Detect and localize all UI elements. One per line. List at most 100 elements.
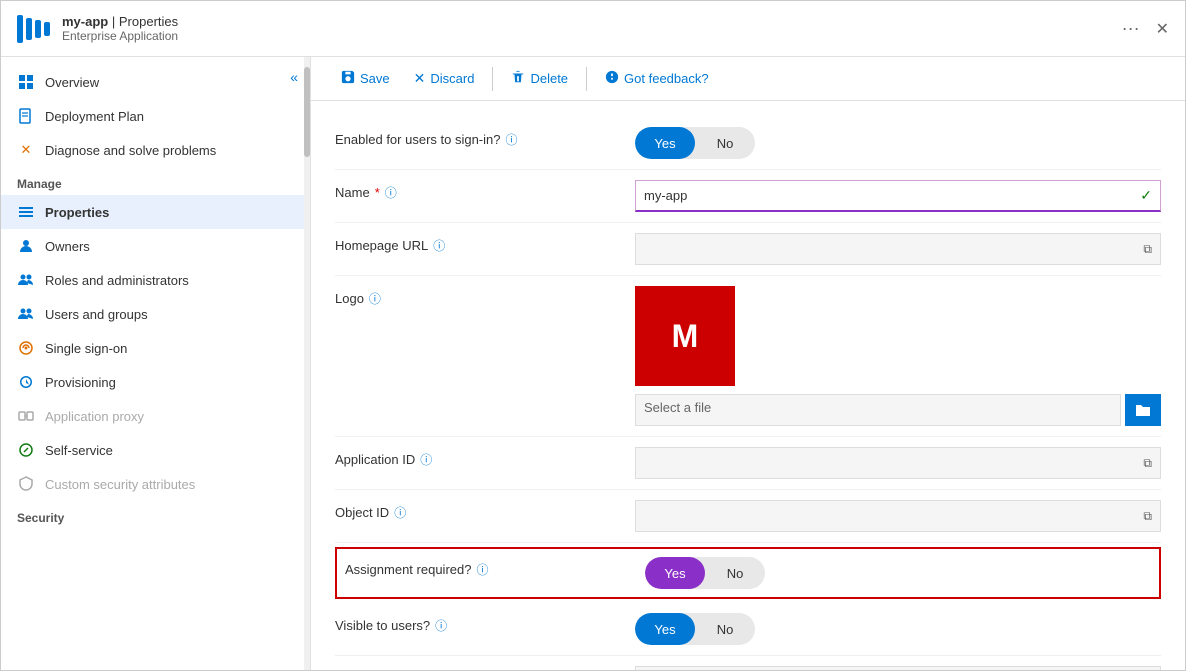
save-label: Save — [360, 71, 390, 86]
assignment-info-icon[interactable]: ⓘ — [476, 561, 488, 578]
homepage-copy-icon[interactable]: ⧉ — [1143, 242, 1152, 257]
form-row-logo: Logo ⓘ M Select a file — [335, 276, 1161, 437]
toolbar: Save ✕ Discard Delete — [311, 57, 1185, 101]
manage-section-label: Manage — [1, 167, 310, 195]
proxy-icon — [17, 407, 35, 425]
form-row-name: Name * ⓘ my-app ✓ — [335, 170, 1161, 223]
security-section-label: Security — [1, 501, 310, 529]
object-id-copy-icon[interactable]: ⧉ — [1143, 509, 1152, 524]
feedback-label: Got feedback? — [624, 71, 709, 86]
nav-item-owners[interactable]: Owners — [1, 229, 310, 263]
save-icon — [341, 70, 355, 87]
grid-icon — [17, 73, 35, 91]
name-input[interactable]: my-app ✓ — [635, 180, 1161, 212]
nav-item-custom-security: Custom security attributes — [1, 467, 310, 501]
title-bar-title: my-app | Properties — [62, 14, 1122, 29]
app-logo — [17, 15, 50, 43]
logo-preview: M — [635, 286, 735, 386]
discard-label: Discard — [430, 71, 474, 86]
overview-label: Overview — [45, 75, 99, 90]
book-icon — [17, 107, 35, 125]
assignment-required-toggle[interactable]: Yes No — [645, 557, 765, 589]
diagnose-label: Diagnose and solve problems — [45, 143, 216, 158]
delete-button[interactable]: Delete — [501, 65, 578, 92]
form-content: Enabled for users to sign-in? ⓘ Yes No N… — [311, 101, 1185, 670]
visible-yes-btn[interactable]: Yes — [635, 613, 695, 645]
nav-item-sso[interactable]: Single sign-on — [1, 331, 310, 365]
enabled-signin-control: Yes No — [635, 127, 1161, 159]
close-button[interactable]: ✕ — [1156, 19, 1169, 39]
homepage-info-icon[interactable]: ⓘ — [433, 237, 445, 254]
assignment-yes-btn[interactable]: Yes — [645, 557, 705, 589]
app-id-info-icon[interactable]: ⓘ — [420, 451, 432, 468]
homepage-label: Homepage URL ⓘ — [335, 233, 635, 254]
file-browse-button[interactable] — [1125, 394, 1161, 426]
visible-label: Visible to users? ⓘ — [335, 613, 635, 634]
properties-label: Properties — [45, 205, 109, 220]
file-select-row: Select a file — [635, 394, 1161, 426]
assignment-required-control: Yes No — [645, 557, 1151, 589]
nav-item-overview[interactable]: Overview — [1, 65, 310, 99]
page-name: Properties — [119, 14, 178, 29]
content-area: Save ✕ Discard Delete — [311, 57, 1185, 670]
enabled-signin-yes-btn[interactable]: Yes — [635, 127, 695, 159]
visible-toggle[interactable]: Yes No — [635, 613, 755, 645]
nav-item-self-service[interactable]: Self-service — [1, 433, 310, 467]
custom-security-label: Custom security attributes — [45, 477, 195, 492]
visible-info-icon[interactable]: ⓘ — [435, 617, 447, 634]
enabled-signin-info-icon[interactable]: ⓘ — [505, 131, 517, 148]
notes-label: Notes ⓘ — [335, 666, 635, 670]
name-required-indicator: * — [375, 185, 380, 200]
save-button[interactable]: Save — [331, 65, 400, 92]
feedback-button[interactable]: Got feedback? — [595, 65, 719, 92]
homepage-control: ⧉ — [635, 233, 1161, 265]
owners-icon — [17, 237, 35, 255]
sidebar-collapse-button[interactable]: « — [290, 69, 298, 85]
app-id-control: ⧉ — [635, 447, 1161, 479]
visible-no-btn[interactable]: No — [695, 613, 755, 645]
object-id-info-icon[interactable]: ⓘ — [394, 504, 406, 521]
nav-item-provisioning[interactable]: Provisioning — [1, 365, 310, 399]
deployment-label: Deployment Plan — [45, 109, 144, 124]
proxy-label: Application proxy — [45, 409, 144, 424]
app-id-label: Application ID ⓘ — [335, 447, 635, 468]
form-row-object-id: Object ID ⓘ ⧉ — [335, 490, 1161, 543]
main-layout: « Overview — [1, 57, 1185, 670]
nav-item-roles[interactable]: Roles and administrators — [1, 263, 310, 297]
notes-input[interactable] — [635, 666, 1161, 670]
app-id-copy-icon[interactable]: ⧉ — [1143, 456, 1152, 471]
object-id-input[interactable]: ⧉ — [635, 500, 1161, 532]
name-value: my-app — [644, 188, 687, 203]
custom-security-icon — [17, 475, 35, 493]
nav-item-deployment[interactable]: Deployment Plan — [1, 99, 310, 133]
title-text: my-app | Properties Enterprise Applicati… — [62, 14, 1122, 43]
cross-icon: ✕ — [17, 141, 35, 159]
homepage-input[interactable]: ⧉ — [635, 233, 1161, 265]
name-info-icon[interactable]: ⓘ — [385, 184, 397, 201]
logo-label: Logo ⓘ — [335, 286, 635, 307]
logo-info-icon[interactable]: ⓘ — [369, 290, 381, 307]
nav-item-properties[interactable]: Properties — [1, 195, 310, 229]
logo-bar-4 — [44, 22, 50, 36]
nav-item-users[interactable]: Users and groups — [1, 297, 310, 331]
assignment-no-btn[interactable]: No — [705, 557, 765, 589]
sidebar-scrolltrack — [304, 57, 310, 670]
visible-control: Yes No — [635, 613, 1161, 645]
more-options-dots[interactable]: ··· — [1122, 18, 1140, 39]
file-input[interactable]: Select a file — [635, 394, 1121, 426]
users-groups-label: Users and groups — [45, 307, 148, 322]
delete-label: Delete — [530, 71, 568, 86]
enabled-signin-toggle[interactable]: Yes No — [635, 127, 755, 159]
discard-button[interactable]: ✕ Discard — [404, 65, 485, 92]
logo-control: M Select a file — [635, 286, 1161, 426]
form-row-notes: Notes ⓘ — [335, 656, 1161, 670]
sso-icon — [17, 339, 35, 357]
owners-label: Owners — [45, 239, 90, 254]
enabled-signin-no-btn[interactable]: No — [695, 127, 755, 159]
app-id-input[interactable]: ⧉ — [635, 447, 1161, 479]
roles-icon — [17, 271, 35, 289]
logo-bar-1 — [17, 15, 23, 43]
provisioning-icon — [17, 373, 35, 391]
nav-item-diagnose[interactable]: ✕ Diagnose and solve problems — [1, 133, 310, 167]
name-label: Name * ⓘ — [335, 180, 635, 201]
